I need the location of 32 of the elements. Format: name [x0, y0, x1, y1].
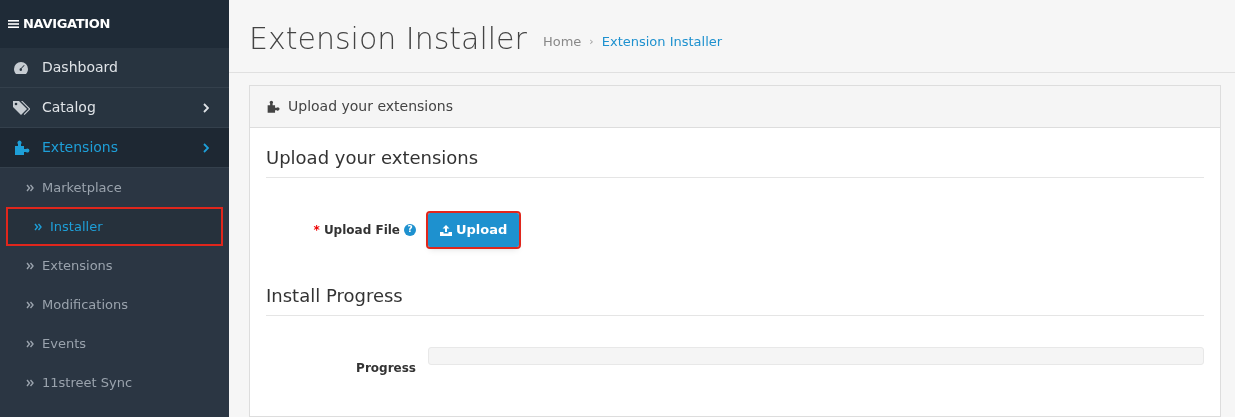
breadcrumb-link[interactable]: Extension Installer: [601, 32, 723, 52]
sidebar-subitem[interactable]: Modifications: [0, 285, 229, 324]
section-title: Upload your extensions: [266, 144, 1204, 178]
field-label: Progress: [356, 360, 416, 377]
upload-button[interactable]: Upload: [428, 213, 520, 247]
sidebar-item[interactable]: Extensions: [0, 128, 229, 168]
sidebar-subitem[interactable]: Extensions: [0, 246, 229, 285]
required-mark: *: [313, 222, 320, 239]
double-chevron-icon: [34, 222, 42, 231]
dashboard-icon: [13, 60, 29, 75]
field-label: Upload File: [323, 222, 400, 239]
help-icon[interactable]: ?: [404, 224, 416, 236]
breadcrumb-link[interactable]: Home: [542, 32, 582, 52]
double-chevron-icon: [26, 300, 34, 309]
double-chevron-icon: [26, 378, 34, 387]
page-title: Extension Installer: [249, 19, 527, 58]
sidebar-subitem[interactable]: Installer: [6, 207, 223, 246]
sidebar-subitem[interactable]: 11street Sync: [0, 363, 229, 402]
breadcrumb-separator: ›: [589, 33, 594, 50]
puzzle-icon: [266, 100, 280, 113]
section-title: Install Progress: [266, 282, 1204, 316]
sidebar-heading: NAVIGATION: [23, 15, 111, 34]
tag-icon: [12, 100, 30, 115]
double-chevron-icon: [26, 261, 34, 270]
sidebar-subitem[interactable]: Events: [0, 324, 229, 363]
upload-icon: [440, 224, 452, 236]
double-chevron-icon: [26, 183, 34, 192]
puzzle-icon: [12, 140, 30, 155]
sidebar-subitem[interactable]: Marketplace: [0, 168, 229, 207]
panel-heading: Upload your extensions: [250, 86, 1220, 128]
double-chevron-icon: [26, 339, 34, 348]
menu-icon[interactable]: [8, 19, 19, 29]
